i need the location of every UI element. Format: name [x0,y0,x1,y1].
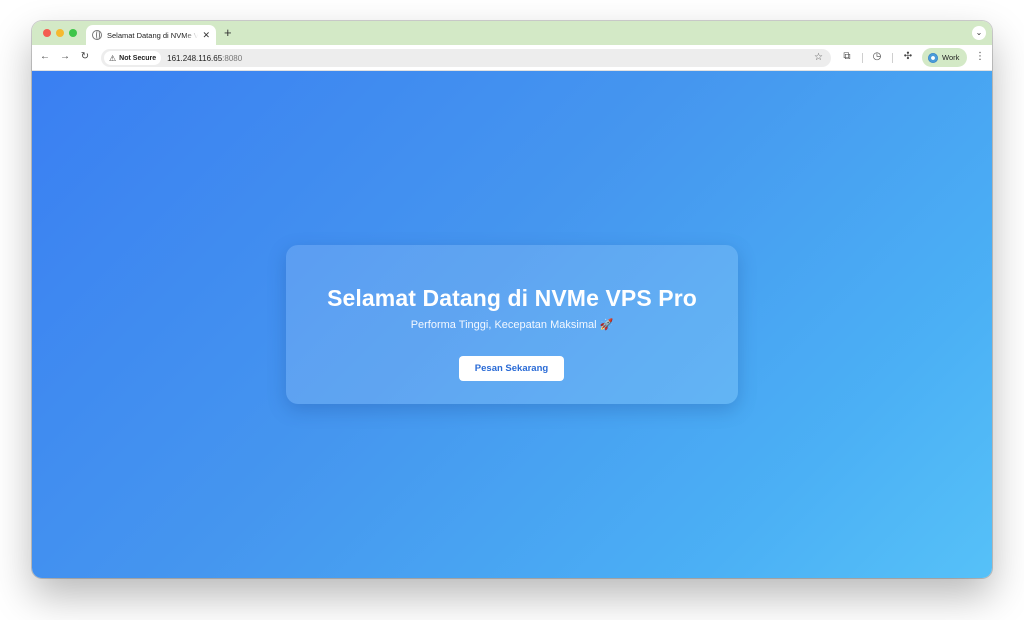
reload-button[interactable]: ↻ [77,49,93,65]
address-bar[interactable]: ⚠ Not Secure 161.248.116.65:8080 ☆ [101,49,831,67]
tab-search-button[interactable]: ⌄ [972,26,986,40]
ai-assistant-icon[interactable]: ✣ [900,49,916,65]
hero-card: Selamat Datang di NVMe VPS Pro Performa … [286,245,738,404]
toolbar-divider [862,53,863,63]
url-host: 161.248.116.65 [167,53,223,63]
security-indicator[interactable]: ⚠ Not Secure [104,51,162,65]
browser-menu-icon[interactable]: ⋮ [974,49,986,65]
url-port: :8080 [222,53,243,63]
warning-icon: ⚠ [109,53,117,63]
hero-title: Selamat Datang di NVMe VPS Pro [327,285,697,311]
back-button[interactable]: ← [37,49,53,65]
minimize-window-button[interactable] [56,29,64,37]
globe-icon [92,30,102,40]
profile-label: Work [942,53,960,62]
new-tab-button[interactable]: + [224,26,232,40]
toolbar-divider [892,53,893,63]
page-viewport: Selamat Datang di NVMe VPS Pro Performa … [32,71,992,578]
profile-avatar-icon [928,52,938,63]
profile-button[interactable]: Work [922,48,967,67]
hero-subtitle: Performa Tinggi, Kecepatan Maksimal 🚀 [410,319,614,331]
tab-title: Selamat Datang di NVMe VPS Pro [107,30,199,40]
tab-strip: Selamat Datang di NVMe VPS Pro ✕ + ⌄ [32,21,992,45]
order-now-button[interactable]: Pesan Sekarang [459,356,564,381]
tab-active[interactable]: Selamat Datang di NVMe VPS Pro ✕ [86,25,216,45]
history-icon[interactable]: ◷ [869,49,885,65]
bookmark-star-icon[interactable]: ☆ [814,50,823,66]
forward-button[interactable]: → [57,49,73,65]
extensions-puzzle-icon[interactable]: ⧉ [839,49,855,65]
browser-window: Selamat Datang di NVMe VPS Pro ✕ + ⌄ ← →… [32,21,992,578]
maximize-window-button[interactable] [69,29,77,37]
close-window-button[interactable] [43,29,51,37]
security-label: Not Secure [119,54,157,62]
browser-toolbar: ← → ↻ ⚠ Not Secure 161.248.116.65:8080 ☆… [32,45,992,71]
close-tab-icon[interactable]: ✕ [202,30,210,40]
